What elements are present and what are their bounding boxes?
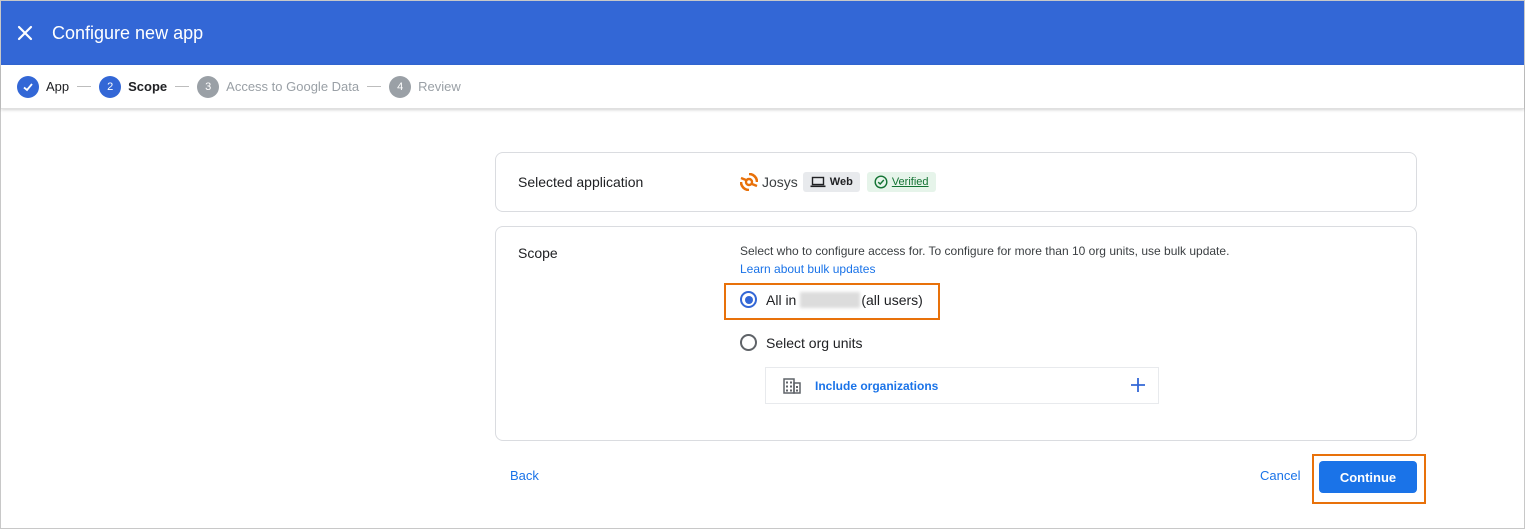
- selected-application-card: Selected application Josys Web Verified: [495, 152, 1417, 212]
- step-label: Scope: [128, 79, 168, 94]
- step-label: Review: [418, 79, 461, 94]
- include-organizations-row[interactable]: Include organizations: [765, 367, 1159, 404]
- step-number: 2: [99, 75, 122, 98]
- app-name: Josys: [762, 174, 798, 190]
- continue-highlight-outline: Continue: [1312, 454, 1426, 504]
- scope-card: Scope Select who to configure access for…: [495, 226, 1417, 441]
- app-header: Configure new app: [1, 1, 1524, 65]
- radio-all-users[interactable]: All in (all users): [740, 291, 923, 308]
- plus-icon[interactable]: [1128, 375, 1148, 395]
- step-access: 3 Access to Google Data: [197, 75, 360, 98]
- scope-label: Scope: [518, 245, 558, 261]
- selected-application-label: Selected application: [518, 174, 644, 190]
- step-divider: [367, 86, 382, 87]
- radio-org-units[interactable]: Select org units: [740, 334, 863, 351]
- radio-button-unchecked[interactable]: [740, 334, 757, 351]
- app-info: Josys Web Verified: [740, 172, 936, 192]
- verified-chip-label: Verified: [891, 176, 929, 188]
- scope-description: Select who to configure access for. To c…: [740, 244, 1230, 258]
- step-number: 4: [389, 75, 412, 98]
- building-icon: [783, 377, 801, 394]
- platform-chip-label: Web: [829, 176, 853, 188]
- step-number: 3: [197, 75, 220, 98]
- platform-chip: Web: [802, 172, 860, 192]
- cancel-button[interactable]: Cancel: [1260, 468, 1300, 483]
- step-scope[interactable]: 2 Scope: [99, 75, 168, 98]
- radio-org-units-label: Select org units: [766, 334, 863, 351]
- radio-button-checked[interactable]: [740, 291, 757, 308]
- close-icon: [17, 25, 33, 41]
- step-divider: [77, 86, 92, 87]
- step-label: App: [46, 79, 70, 94]
- stepper: App 2 Scope 3 Access to Google Data 4 Re…: [1, 65, 1524, 109]
- step-review: 4 Review: [389, 75, 461, 98]
- redacted-org-name: [800, 291, 861, 308]
- step-label: Access to Google Data: [226, 79, 360, 94]
- check-icon: [17, 75, 39, 98]
- verified-check-icon: [874, 175, 888, 189]
- radio-all-suffix: (all users): [861, 291, 923, 308]
- continue-button[interactable]: Continue: [1319, 461, 1417, 493]
- bulk-updates-link[interactable]: Learn about bulk updates: [740, 262, 875, 276]
- radio-all-prefix: All in: [766, 291, 797, 308]
- laptop-icon: [810, 176, 826, 188]
- include-organizations-label: Include organizations: [815, 378, 939, 393]
- page-title: Configure new app: [52, 22, 204, 43]
- step-app[interactable]: App: [17, 75, 70, 98]
- step-divider: [175, 86, 190, 87]
- close-button[interactable]: [1, 1, 49, 65]
- josys-logo-icon: [740, 173, 758, 191]
- verified-chip[interactable]: Verified: [866, 172, 936, 192]
- back-button[interactable]: Back: [510, 468, 539, 483]
